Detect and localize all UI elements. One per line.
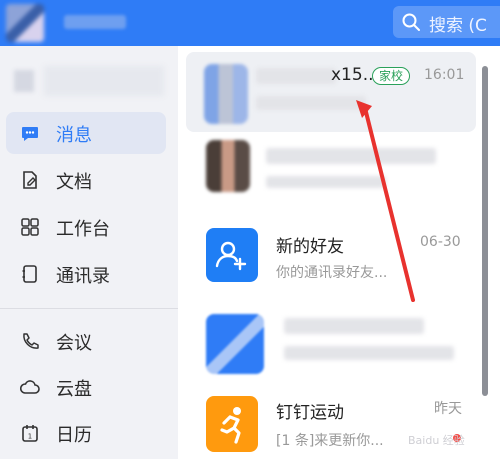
sidebar-item-label: 云盘 [56, 379, 92, 400]
sidebar-item-messages[interactable]: 消息 [6, 112, 166, 154]
document-icon [23, 171, 37, 189]
conversation-item[interactable]: x15... 家校 16:01 [186, 52, 476, 132]
sidebar-item-workbench[interactable]: 工作台 [6, 206, 166, 248]
top-bar: 搜索 (C [0, 0, 500, 46]
contacts-icon [22, 265, 37, 283]
calendar-icon: 1 [22, 425, 38, 442]
apps-grid-icon [21, 218, 39, 236]
conversation-avatar-blurred [206, 314, 264, 374]
user-avatar[interactable] [6, 4, 44, 42]
sidebar-item-contacts[interactable]: 通讯录 [6, 253, 166, 295]
search-icon [402, 13, 420, 31]
org-logo-blurred[interactable] [14, 70, 34, 92]
sidebar-item-documents[interactable]: 文档 [6, 159, 166, 201]
add-friend-icon [206, 228, 258, 282]
conversation-preview: [1 条]来更新你... [276, 433, 384, 449]
sidebar: 消息 文档 工作台 通讯录 会议 云盘 1 日历 [0, 46, 178, 459]
sidebar-item-cloud-drive[interactable]: 云盘 [6, 366, 166, 408]
search-placeholder: 搜索 (C [429, 16, 487, 36]
conversation-avatar-blurred [204, 64, 248, 124]
phone-icon [23, 333, 39, 349]
conversation-item-new-friend[interactable]: 新的好友 06-30 你的通讯录好友... [186, 224, 476, 292]
conversation-preview-blurred [266, 176, 386, 188]
svg-text:1: 1 [28, 433, 32, 441]
school-tag-badge: 家校 [372, 67, 411, 85]
message-icon [22, 127, 38, 141]
sidebar-item-label: 会议 [56, 333, 92, 354]
sidebar-item-label: 消息 [56, 125, 92, 146]
conversation-time: 06-30 [420, 234, 461, 250]
sidebar-item-label: 文档 [56, 172, 92, 193]
watermark: Baidu 经验 [408, 434, 465, 447]
sidebar-item-label: 通讯录 [56, 266, 110, 287]
sidebar-divider [0, 308, 178, 309]
conversation-time: 昨天 [434, 401, 462, 417]
user-name-blurred [64, 15, 126, 29]
conversation-item[interactable] [186, 310, 476, 380]
conversation-title: 钉钉运动 [276, 403, 344, 423]
conversation-item[interactable] [186, 140, 476, 206]
conversation-preview: 你的通讯录好友... [276, 265, 388, 281]
running-icon [206, 396, 258, 452]
conversation-preview-blurred [284, 346, 454, 360]
scrollbar[interactable] [482, 66, 488, 396]
search-box[interactable]: 搜索 (C [393, 6, 500, 38]
conversation-avatar-blurred [206, 140, 250, 192]
conversation-title: 新的好友 [276, 237, 344, 257]
sidebar-item-calendar[interactable]: 1 日历 [6, 412, 166, 454]
conversation-title-blurred [266, 148, 436, 164]
org-name-blurred[interactable] [44, 66, 164, 96]
cloud-icon [20, 380, 40, 394]
conversation-title-blurred [256, 68, 336, 84]
sidebar-item-label: 日历 [56, 425, 92, 446]
sidebar-item-meeting[interactable]: 会议 [6, 320, 166, 362]
conversation-title-blurred [284, 318, 424, 334]
sidebar-item-label: 工作台 [56, 219, 110, 240]
conversation-item-sport[interactable]: 钉钉运动 昨天 [1 条]来更新你... [186, 392, 476, 459]
conversation-time: 16:01 [424, 67, 465, 83]
conversation-preview-blurred [256, 96, 366, 110]
